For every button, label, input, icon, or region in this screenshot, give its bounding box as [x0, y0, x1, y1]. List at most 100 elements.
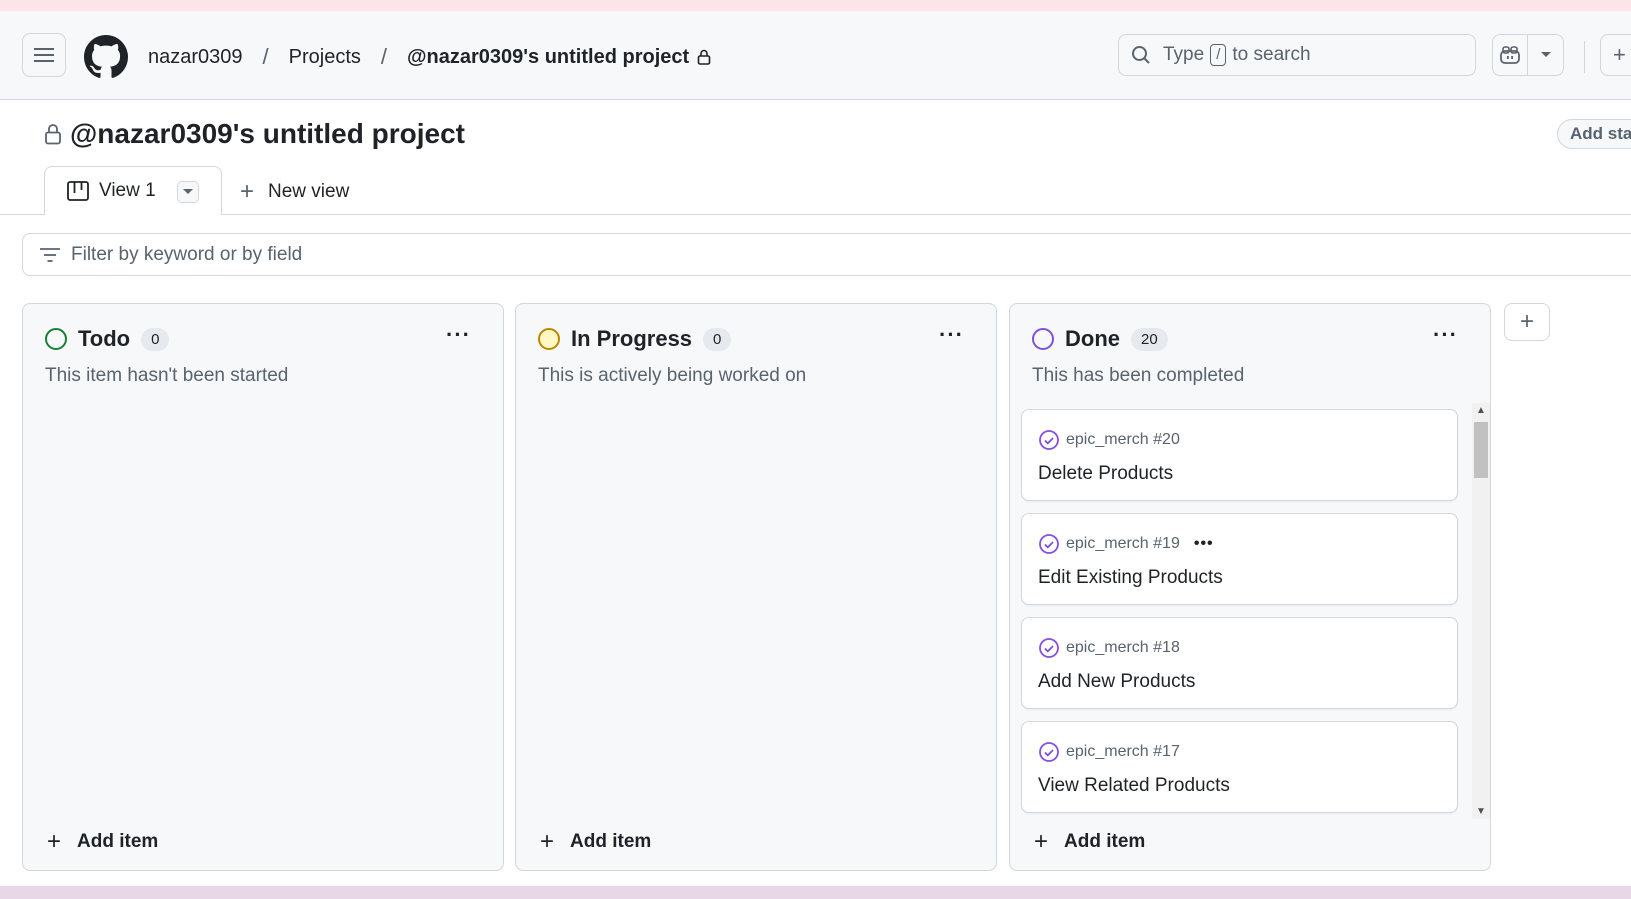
tabs-divider	[0, 214, 1631, 215]
column-more-options-button[interactable]: ···	[446, 322, 471, 348]
card-title[interactable]: Edit Existing Products	[1038, 567, 1223, 589]
add-item-button[interactable]: + Add item	[540, 828, 651, 856]
copilot-button-group	[1492, 34, 1564, 76]
column-header: Todo 0	[45, 326, 170, 352]
issue-closed-icon	[1039, 534, 1059, 554]
browser-top-strip	[0, 0, 1631, 11]
filter-input[interactable]: Filter by keyword or by field	[22, 233, 1631, 276]
column-name: Todo	[78, 326, 131, 351]
card-ref[interactable]: epic_merch #18	[1066, 639, 1180, 657]
search-placeholder-type: Type	[1163, 44, 1205, 65]
issue-closed-icon	[1039, 742, 1059, 762]
add-status-button[interactable]: Add status	[1557, 119, 1631, 149]
os-taskbar	[0, 886, 1631, 899]
add-item-label: Add item	[1064, 831, 1146, 852]
card-title[interactable]: View Related Products	[1038, 775, 1230, 797]
add-item-button[interactable]: + Add item	[47, 828, 158, 856]
add-item-button[interactable]: + Add item	[1034, 828, 1145, 856]
card-meta: epic_merch #18	[1038, 637, 1180, 659]
breadcrumb-project[interactable]: @nazar0309's untitled project	[407, 46, 689, 69]
lock-icon	[697, 49, 711, 65]
header-divider	[1584, 41, 1585, 73]
breadcrumb-projects[interactable]: Projects	[289, 46, 361, 69]
lock-icon	[45, 124, 61, 145]
new-view-button[interactable]: + New view	[240, 178, 349, 206]
issue-closed-icon	[1039, 638, 1059, 658]
column-more-options-button[interactable]: ···	[939, 322, 964, 348]
add-item-label: Add item	[570, 831, 652, 852]
scrollbar-thumb[interactable]	[1474, 422, 1488, 478]
issue-card[interactable]: epic_merch #19 ••• Edit Existing Product…	[1021, 513, 1458, 605]
column-done: Done 20 ··· This has been completed epic…	[1009, 303, 1491, 871]
column-name: Done	[1065, 326, 1120, 351]
breadcrumb-user[interactable]: nazar0309	[148, 46, 243, 69]
issue-card[interactable]: epic_merch #18 Add New Products	[1021, 617, 1458, 709]
issue-closed-icon	[1039, 430, 1059, 450]
caret-down-icon	[183, 189, 193, 194]
add-item-label: Add item	[77, 831, 159, 852]
copilot-button[interactable]	[1493, 35, 1529, 75]
board-icon	[67, 181, 89, 201]
breadcrumb-separator: /	[262, 44, 269, 69]
scroll-down-arrow-icon[interactable]: ▼	[1476, 806, 1486, 817]
card-ref[interactable]: epic_merch #19	[1066, 535, 1180, 553]
search-placeholder-suffix: to search	[1232, 44, 1311, 65]
github-logo-icon[interactable]	[84, 35, 128, 79]
plus-icon: +	[1034, 828, 1049, 855]
project-title: @nazar0309's untitled project	[44, 118, 465, 150]
filter-placeholder: Filter by keyword or by field	[71, 243, 303, 265]
column-in-progress: In Progress 0 ··· This is actively being…	[515, 303, 997, 871]
column-count-badge: 0	[703, 327, 732, 351]
card-meta: epic_merch #17	[1038, 741, 1180, 763]
view-options-button[interactable]	[177, 181, 199, 203]
app-header: nazar0309 / Projects / @nazar0309's unti…	[0, 11, 1631, 100]
tab-view-1[interactable]: View 1	[44, 166, 222, 215]
breadcrumb: nazar0309 / Projects / @nazar0309's unti…	[148, 44, 711, 70]
card-meta: epic_merch #20	[1038, 429, 1180, 451]
search-input[interactable]: Type / to search	[1118, 34, 1476, 76]
new-view-label: New view	[268, 181, 350, 202]
card-ref[interactable]: epic_merch #17	[1066, 743, 1180, 761]
add-column-button[interactable]: +	[1504, 303, 1550, 341]
column-header: Done 20	[1032, 326, 1168, 352]
column-description: This has been completed	[1032, 365, 1245, 386]
plus-icon: +	[1613, 42, 1626, 67]
status-circle-icon	[538, 328, 560, 350]
column-count-badge: 20	[1131, 327, 1168, 351]
issue-card[interactable]: epic_merch #20 Delete Products	[1021, 409, 1458, 501]
search-icon	[1132, 46, 1150, 64]
tab-view-1-label: View 1	[99, 180, 156, 201]
copilot-dropdown-button[interactable]	[1528, 35, 1563, 75]
card-list-scrollbar[interactable]: ▲ ▼	[1472, 403, 1490, 819]
card-ref[interactable]: epic_merch #20	[1066, 431, 1180, 449]
breadcrumb-separator: /	[380, 44, 388, 69]
column-description: This item hasn't been started	[45, 365, 289, 386]
issue-card[interactable]: epic_merch #17 View Related Products	[1021, 721, 1458, 813]
card-meta: epic_merch #19 •••	[1038, 533, 1214, 555]
card-title[interactable]: Delete Products	[1038, 463, 1173, 485]
card-more-options-icon[interactable]: •••	[1194, 535, 1214, 553]
status-circle-icon	[1032, 328, 1054, 350]
status-circle-icon	[45, 328, 67, 350]
card-list: epic_merch #20 Delete Products epic_merc…	[1021, 404, 1461, 822]
menu-button[interactable]	[22, 33, 66, 77]
column-name: In Progress	[571, 326, 693, 351]
scroll-up-arrow-icon[interactable]: ▲	[1476, 405, 1486, 416]
card-title[interactable]: Add New Products	[1038, 671, 1195, 693]
hamburger-icon	[34, 48, 54, 62]
column-count-badge: 0	[141, 327, 170, 351]
plus-icon: +	[1519, 308, 1534, 335]
plus-icon: +	[47, 828, 62, 855]
plus-icon: +	[240, 178, 255, 205]
plus-icon: +	[540, 828, 555, 855]
copilot-icon	[1500, 46, 1520, 64]
caret-down-icon	[1540, 52, 1551, 57]
column-header: In Progress 0	[538, 326, 732, 352]
create-new-button[interactable]: +	[1600, 34, 1631, 76]
project-title-text: @nazar0309's untitled project	[70, 118, 465, 149]
search-shortcut-key: /	[1210, 44, 1227, 66]
column-description: This is actively being worked on	[538, 365, 807, 386]
filter-icon	[40, 247, 60, 262]
column-todo: Todo 0 ··· This item hasn't been started…	[22, 303, 504, 871]
column-more-options-button[interactable]: ···	[1433, 322, 1458, 348]
